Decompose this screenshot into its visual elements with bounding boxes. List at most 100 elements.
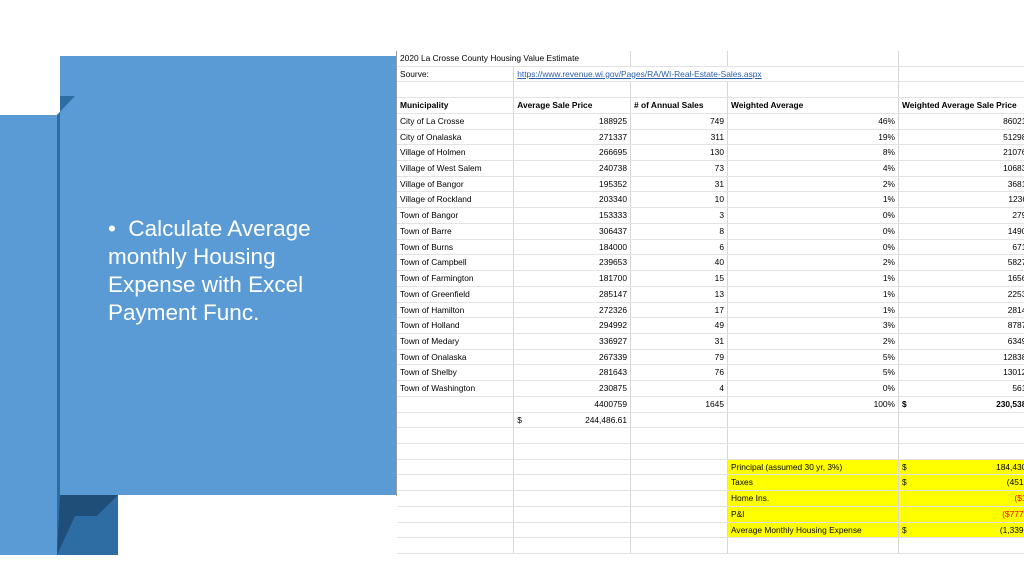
cell-annual-sales: 130 bbox=[631, 145, 728, 161]
cell-weighted-avg-sale-price: 21076.20 bbox=[899, 145, 1024, 161]
cell-annual-sales: 31 bbox=[631, 333, 728, 349]
cell-average-sale-price: 188925 bbox=[514, 113, 631, 129]
table-row: Town of Farmington181700151%1656.84 bbox=[397, 271, 1024, 287]
cell-weighted-average: 1% bbox=[728, 302, 899, 318]
empty-cell bbox=[631, 491, 728, 507]
table-row: Village of West Salem240738734%10683.21 bbox=[397, 161, 1024, 177]
cell-annual-sales: 76 bbox=[631, 365, 728, 381]
cell-municipality: City of La Crosse bbox=[397, 113, 514, 129]
cell-weighted-avg-sale-price: 279.63 bbox=[899, 208, 1024, 224]
cell-weighted-average: 2% bbox=[728, 176, 899, 192]
cell-municipality: Town of Bangor bbox=[397, 208, 514, 224]
empty-cell bbox=[631, 443, 728, 459]
payment-row: Average Monthly Housing Expense$(1,339.0… bbox=[397, 522, 1024, 538]
cell-annual-sales: 79 bbox=[631, 349, 728, 365]
empty-cell bbox=[728, 428, 899, 444]
empty-cell bbox=[514, 538, 631, 554]
source-url-link[interactable]: https://www.revenue.wi.gov/Pages/RA/WI-R… bbox=[514, 66, 899, 82]
cell-weighted-average: 2% bbox=[728, 255, 899, 271]
cell-weighted-avg-sale-price: 671.12 bbox=[899, 239, 1024, 255]
cell-municipality: Town of Shelby bbox=[397, 365, 514, 381]
cell-weighted-avg-sale-price: 1490.27 bbox=[899, 223, 1024, 239]
cell-average-sale-price: 294992 bbox=[514, 318, 631, 334]
table-row: Town of Medary336927312%6349.38 bbox=[397, 333, 1024, 349]
cell-weighted-average: 1% bbox=[728, 192, 899, 208]
cell-weighted-average: 1% bbox=[728, 286, 899, 302]
payment-value: ($777.57) bbox=[1002, 509, 1024, 519]
cell-municipality: City of Onalaska bbox=[397, 129, 514, 145]
empty-cell bbox=[397, 491, 514, 507]
empty-cell bbox=[514, 491, 631, 507]
payment-value: 184,430.51 bbox=[996, 462, 1024, 472]
cell-average-sale-price: 184000 bbox=[514, 239, 631, 255]
payment-value-cell: ($777.57) bbox=[899, 506, 1024, 522]
header-weighted-average-sale-price: Weighted Average Sale Price bbox=[899, 98, 1024, 114]
table-row: Town of Barre30643780%1490.27 bbox=[397, 223, 1024, 239]
table-row: Town of Shelby281643765%13012.08 bbox=[397, 365, 1024, 381]
cell-annual-sales: 31 bbox=[631, 176, 728, 192]
empty-cell bbox=[899, 82, 1024, 98]
table-row: City of La Crosse18892574946%86021.17 bbox=[397, 113, 1024, 129]
cell-weighted-average: 0% bbox=[728, 239, 899, 255]
cell-municipality: Town of Medary bbox=[397, 333, 514, 349]
cell-annual-sales: 40 bbox=[631, 255, 728, 271]
cell-weighted-avg-sale-price: 12838.77 bbox=[899, 349, 1024, 365]
total-sale-price: 4400759 bbox=[514, 396, 631, 412]
slide-bullet-text: Calculate Average monthly Housing Expens… bbox=[108, 216, 311, 325]
payment-currency-symbol: $ bbox=[902, 523, 907, 538]
cell-weighted-average: 4% bbox=[728, 161, 899, 177]
empty-cell bbox=[728, 538, 899, 554]
payment-currency-symbol: $ bbox=[902, 475, 907, 490]
cell-municipality: Village of Rockland bbox=[397, 192, 514, 208]
total-weighted-value: 230,538.13 bbox=[996, 399, 1024, 409]
cell-average-sale-price: 336927 bbox=[514, 333, 631, 349]
empty-cell bbox=[514, 82, 631, 98]
empty-cell bbox=[631, 51, 728, 66]
cell-average-sale-price: 240738 bbox=[514, 161, 631, 177]
cell-average-sale-price: 285147 bbox=[514, 286, 631, 302]
empty-cell bbox=[899, 443, 1024, 459]
cell-annual-sales: 311 bbox=[631, 129, 728, 145]
cell-weighted-avg-sale-price: 13012.08 bbox=[899, 365, 1024, 381]
cell-annual-sales: 749 bbox=[631, 113, 728, 129]
empty-cell bbox=[899, 66, 1024, 82]
cell-municipality: Town of Burns bbox=[397, 239, 514, 255]
cell-weighted-avg-sale-price: 51298.36 bbox=[899, 129, 1024, 145]
payment-row: Taxes$(451.47) bbox=[397, 475, 1024, 491]
row-spacer bbox=[397, 428, 1024, 444]
empty-cell bbox=[514, 443, 631, 459]
empty-cell bbox=[397, 522, 514, 538]
row-source: Sourve: https://www.revenue.wi.gov/Pages… bbox=[397, 66, 1024, 82]
cell-municipality: Town of Barre bbox=[397, 223, 514, 239]
cell-weighted-average: 2% bbox=[728, 333, 899, 349]
cell-weighted-average: 0% bbox=[728, 223, 899, 239]
excel-spreadsheet-screenshot: 2020 La Crosse County Housing Value Esti… bbox=[396, 51, 1015, 496]
empty-cell bbox=[631, 428, 728, 444]
cell-weighted-avg-sale-price: 2814.31 bbox=[899, 302, 1024, 318]
empty-cell bbox=[514, 522, 631, 538]
table-row: Town of Holland294992493%8787.00 bbox=[397, 318, 1024, 334]
spreadsheet-table: 2020 La Crosse County Housing Value Esti… bbox=[397, 51, 1024, 554]
empty-cell bbox=[899, 51, 1024, 66]
cell-annual-sales: 13 bbox=[631, 286, 728, 302]
cell-annual-sales: 3 bbox=[631, 208, 728, 224]
empty-cell bbox=[728, 51, 899, 66]
table-row: Village of Holmen2666951308%21076.20 bbox=[397, 145, 1024, 161]
cell-annual-sales: 10 bbox=[631, 192, 728, 208]
cell-weighted-avg-sale-price: 10683.21 bbox=[899, 161, 1024, 177]
empty-cell bbox=[397, 475, 514, 491]
cell-municipality: Town of Holland bbox=[397, 318, 514, 334]
cell-average-sale-price: 181700 bbox=[514, 271, 631, 287]
cell-municipality: Village of Holmen bbox=[397, 145, 514, 161]
row-totals: 4400759 1645 100% $230,538.13 bbox=[397, 396, 1024, 412]
cell-weighted-avg-sale-price: 86021.17 bbox=[899, 113, 1024, 129]
table-row: Town of Hamilton272326171%2814.31 bbox=[397, 302, 1024, 318]
cell-weighted-average: 46% bbox=[728, 113, 899, 129]
cell-average-sale-price: 281643 bbox=[514, 365, 631, 381]
table-row: Village of Rockland203340101%1236.11 bbox=[397, 192, 1024, 208]
cell-weighted-average: 0% bbox=[728, 208, 899, 224]
empty-cell bbox=[397, 428, 514, 444]
cell-weighted-avg-sale-price: 8787.00 bbox=[899, 318, 1024, 334]
empty-cell bbox=[631, 82, 728, 98]
cell-average-sale-price: 203340 bbox=[514, 192, 631, 208]
